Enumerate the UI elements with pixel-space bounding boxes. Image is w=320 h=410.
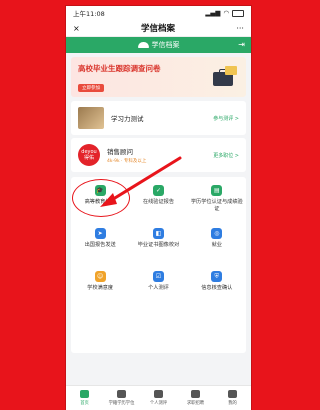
checklist-icon [154,390,163,398]
smile-icon: ☺ [94,271,106,282]
more-jobs-link[interactable]: 更多职位 > [213,152,239,159]
tab-label: 首页 [80,401,89,406]
grid-item-online-report[interactable]: ✓ 在线验证报告 [129,181,187,224]
tab-education[interactable]: 学籍学历学位 [103,386,140,410]
close-button[interactable]: × [73,24,80,33]
person-icon [228,390,237,398]
tab-mine[interactable]: 我的 [214,386,251,410]
checklist-icon: ☑ [152,271,164,282]
certificate-icon: ▤ [211,185,223,196]
job-card[interactable]: deyou 得佑 销售顾问 4k-9k · 专科及以上 更多职位 > [71,138,246,172]
briefcase-icon [213,66,237,86]
learning-test-image [78,107,104,129]
grid-item-label: 信息核查确认 [201,285,233,291]
grid-item-certificate-image[interactable]: ◧ 毕业证书图像校对 [129,224,187,267]
tab-label: 求职招聘 [186,401,205,406]
grid-item-degree-verification[interactable]: ▤ 学历学位认证与成绩验证 [188,181,246,224]
brand-header: 学信档案 ⇥ [66,37,251,53]
grid-item-employment[interactable]: ◎ 就业 [188,224,246,267]
shield-user-icon: ⛨ [211,271,223,282]
phone-screen: 上午11:08 ▂▄▆ ◠ × 学信档案 ··· 学信档案 ⇥ 高校毕业生跟踪调… [66,6,251,410]
tab-assessment[interactable]: 个人测评 [140,386,177,410]
deyou-logo: deyou 得佑 [78,144,100,166]
tab-label: 个人测评 [149,401,168,406]
join-survey-button[interactable]: 立即参加 [78,84,104,92]
highlight-circle [72,179,130,217]
more-button[interactable]: ··· [236,24,244,33]
tab-jobs[interactable]: 求职招聘 [177,386,214,410]
grid-item-label: 个人测评 [148,285,169,291]
status-time: 上午11:08 [73,10,105,18]
offer-icon: ◎ [211,228,223,239]
signal-icon: ▂▄▆ [205,9,221,17]
grid-item-label: 毕业证书图像校对 [137,242,180,248]
tab-label: 学籍学历学位 [108,401,135,406]
shield-check-icon: ✓ [152,185,164,196]
briefcase-icon [191,390,200,398]
join-test-link[interactable]: 参与测评 > [213,115,239,122]
grid-item-label: 在线验证报告 [142,199,175,205]
service-grid: 🎓 高等教育信息 ✓ 在线验证报告 ▤ 学历学位认证与成绩验证 ➤ 出国报告发送… [71,177,246,353]
grid-item-label: 学校满意度 [87,285,114,291]
grid-item-label: 就业 [211,242,222,248]
logo-text-bottom: 得佑 [83,155,94,161]
bottom-tab-bar: 首页 学籍学历学位 个人测评 求职招聘 我的 [66,385,251,410]
chsi-logo-icon [137,42,149,48]
tab-label: 我的 [228,401,237,406]
graduation-cap-icon [117,390,126,398]
brand-name: 学信档案 [151,41,180,49]
user-image-icon: ◧ [152,228,164,239]
grid-item-info-verification[interactable]: ⛨ 信息核查确认 [188,267,246,310]
wifi-icon: ◠ [223,9,229,17]
grid-item-label: 学历学位认证与成绩验证 [190,199,243,212]
grid-item-label: 出国报告发送 [84,242,116,248]
status-icons: ▂▄▆ ◠ [205,9,244,17]
battery-icon [232,9,244,17]
nav-bar: × 学信档案 ··· [66,20,251,37]
grid-item-personal-assessment[interactable]: ☑ 个人测评 [129,267,187,310]
card-title: 销售顾问 [107,148,133,156]
survey-banner[interactable]: 高校毕业生跟踪调查问卷 立即参加 [71,57,246,97]
home-icon [80,390,89,398]
job-salary: 4k-9k · 专科及以上 [107,159,147,164]
tab-home[interactable]: 首页 [66,386,103,410]
logout-icon[interactable]: ⇥ [238,40,245,49]
status-bar: 上午11:08 ▂▄▆ ◠ [66,6,251,20]
grid-item-abroad-report[interactable]: ➤ 出国报告发送 [71,224,129,267]
card-title: 学习力测试 [111,115,144,123]
page-title: 学信档案 [141,24,176,34]
send-icon: ➤ [94,228,106,239]
grid-item-school-satisfaction[interactable]: ☺ 学校满意度 [71,267,129,310]
learning-test-card[interactable]: 学习力测试 参与测评 > [71,101,246,135]
